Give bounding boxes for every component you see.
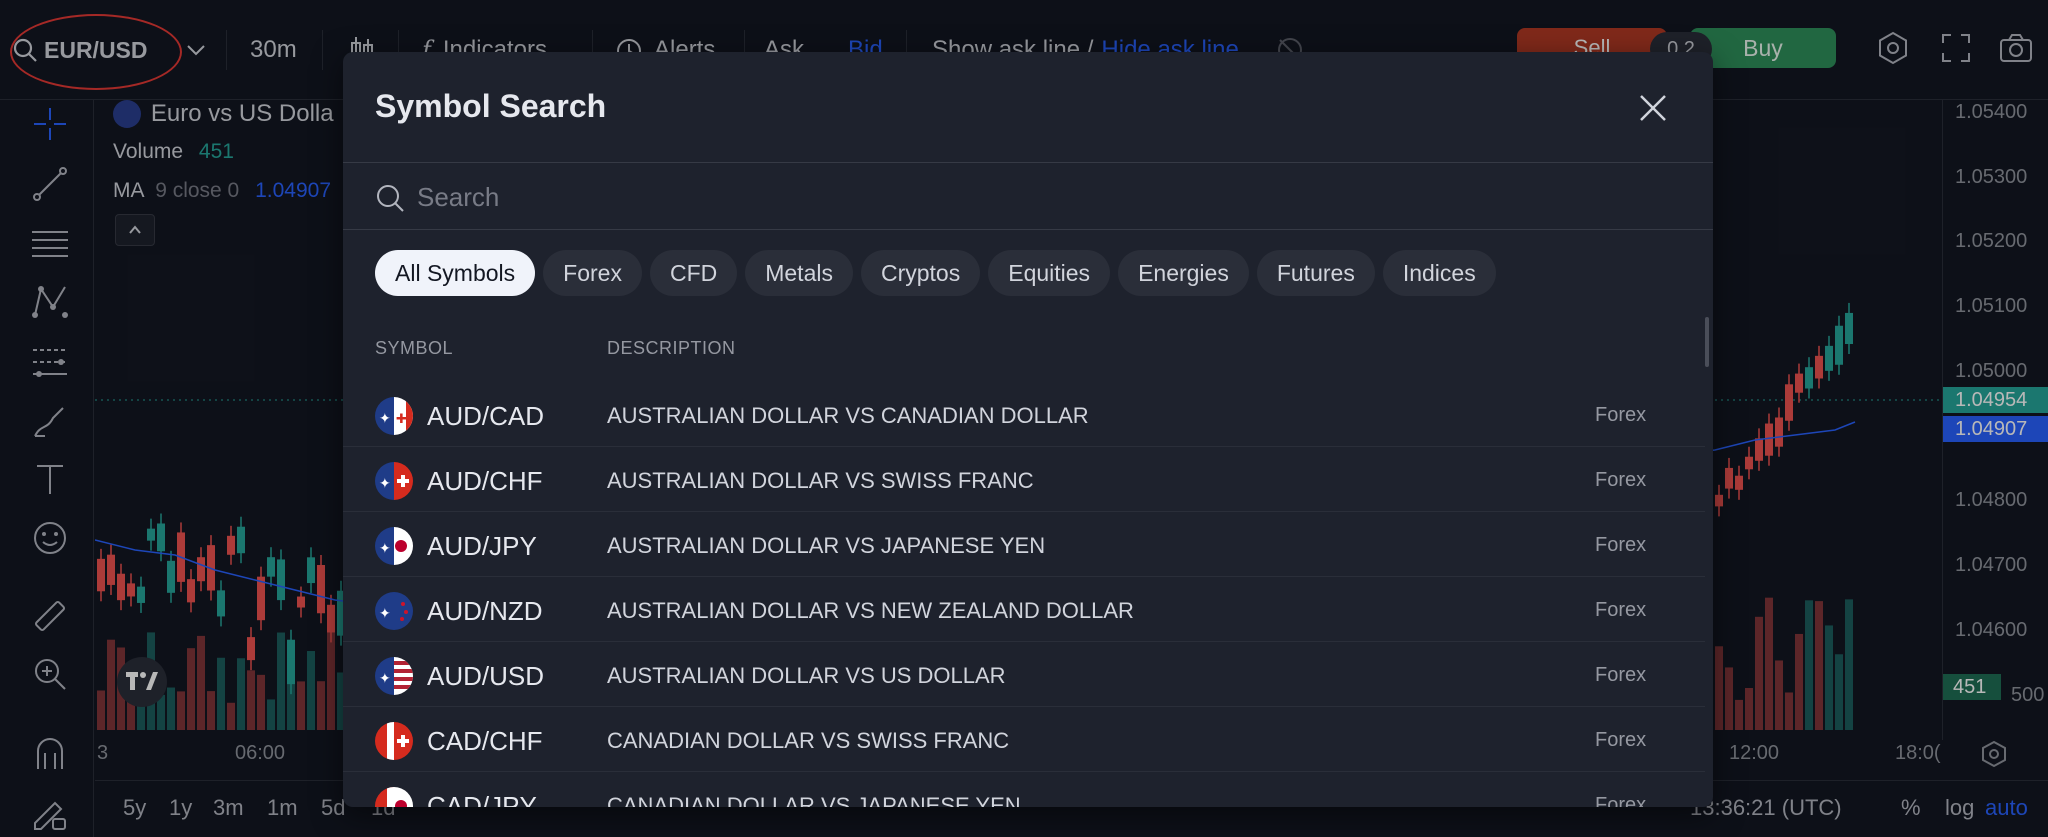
symbol-search-dialog: Symbol Search All SymbolsForexCFDMetalsC… — [343, 52, 1713, 807]
row-symbol: CAD/JPY — [427, 791, 537, 807]
scrollbar[interactable] — [1705, 317, 1709, 367]
search-icon — [377, 185, 404, 212]
symbol-list: ✦ ✚ AUD/CAD AUSTRALIAN DOLLAR VS CANADIAN D… — [343, 382, 1705, 807]
svg-text:✦: ✦ — [379, 411, 391, 427]
symbol-row[interactable]: ✦ ✚ AUD/CAD AUSTRALIAN DOLLAR VS CANADIAN D… — [343, 382, 1705, 447]
filter-chip-all-symbols[interactable]: All Symbols — [375, 250, 536, 296]
dialog-title: Symbol Search — [375, 88, 607, 124]
flag-au-us-icon: ✦ — [375, 657, 413, 695]
row-type: Forex — [1595, 599, 1647, 621]
filter-chip-energies[interactable]: Energies — [1118, 250, 1249, 296]
symbol-row[interactable]: CAD/JPY CANADIAN DOLLAR VS JAPANESE YEN Fo… — [343, 772, 1705, 807]
svg-text:✦: ✦ — [379, 671, 391, 687]
svg-text:✚: ✚ — [396, 412, 407, 427]
filter-chips: All Symbols Forex CFD Metals Cryptos Equities… — [375, 250, 1496, 296]
filter-chip-equities[interactable]: Equities — [988, 250, 1111, 296]
flag-au-jp-icon: ✦ — [375, 527, 413, 565]
row-symbol: AUD/NZD — [427, 596, 543, 626]
symbol-row[interactable]: ✦ AUD/JPY AUSTRALIAN DOLLAR VS JAPANESE YE… — [343, 512, 1705, 577]
filter-chip-cfd[interactable]: CFD — [649, 250, 738, 296]
flag-au-ch-icon: ✦ — [375, 462, 413, 500]
close-icon[interactable] — [1631, 86, 1675, 130]
row-type: Forex — [1595, 469, 1647, 491]
row-type: Forex — [1595, 534, 1647, 556]
row-description: AUSTRALIAN DOLLAR VS NEW ZEALAND DOLLAR — [607, 598, 1134, 623]
row-description: AUSTRALIAN DOLLAR VS JAPANESE YEN — [607, 533, 1046, 558]
svg-text:✦: ✦ — [379, 541, 391, 557]
filter-chip-cryptos[interactable]: Cryptos — [860, 250, 981, 296]
row-description: AUSTRALIAN DOLLAR VS CANADIAN DOLLAR — [607, 403, 1089, 428]
row-symbol: AUD/CHF — [427, 466, 543, 496]
row-symbol: AUD/JPY — [427, 531, 537, 561]
symbol-row[interactable]: ✦ AUD/USD AUSTRALIAN DOLLAR VS US DOLLAR Fo… — [343, 642, 1705, 707]
row-type: Forex — [1595, 729, 1647, 751]
row-description: CANADIAN DOLLAR VS SWISS FRANC — [607, 728, 1010, 753]
flag-ca-ch-icon — [375, 722, 413, 760]
filter-chip-forex[interactable]: Forex — [543, 250, 642, 296]
row-symbol: AUD/USD — [427, 661, 545, 691]
flag-au-nz-icon: ✦ — [375, 592, 413, 630]
flag-ca-jp-icon — [375, 787, 413, 807]
row-description: AUSTRALIAN DOLLAR VS US DOLLAR — [607, 663, 1006, 688]
column-header-description: DESCRIPTION — [607, 338, 736, 358]
row-symbol: AUD/CAD — [427, 401, 545, 431]
row-type: Forex — [1595, 664, 1647, 686]
svg-text:✦: ✦ — [379, 476, 391, 492]
symbol-row[interactable]: CAD/CHF CANADIAN DOLLAR VS SWISS FRANC For… — [343, 707, 1705, 772]
flag-au-ca-icon: ✦ ✚ — [375, 397, 413, 435]
filter-chip-metals[interactable]: Metals — [745, 250, 853, 296]
svg-text:✦: ✦ — [379, 606, 391, 622]
row-symbol: CAD/CHF — [427, 726, 543, 756]
search-input[interactable] — [417, 175, 1617, 219]
filter-chip-futures[interactable]: Futures — [1256, 250, 1375, 296]
symbol-row[interactable]: ✦ AUD/CHF AUSTRALIAN DOLLAR VS SWISS FRANC… — [343, 447, 1705, 512]
row-description: AUSTRALIAN DOLLAR VS SWISS FRANC — [607, 468, 1034, 493]
row-type: Forex — [1595, 794, 1647, 807]
row-description: CANADIAN DOLLAR VS JAPANESE YEN — [607, 793, 1021, 807]
row-type: Forex — [1595, 404, 1647, 426]
filter-chip-indices[interactable]: Indices — [1382, 250, 1496, 296]
column-header-symbol: SYMBOL — [375, 338, 454, 358]
symbol-row[interactable]: ✦ AUD/NZD AUSTRALIAN DOLLAR VS NEW ZEALAND… — [343, 577, 1705, 642]
search-bar — [343, 162, 1713, 230]
